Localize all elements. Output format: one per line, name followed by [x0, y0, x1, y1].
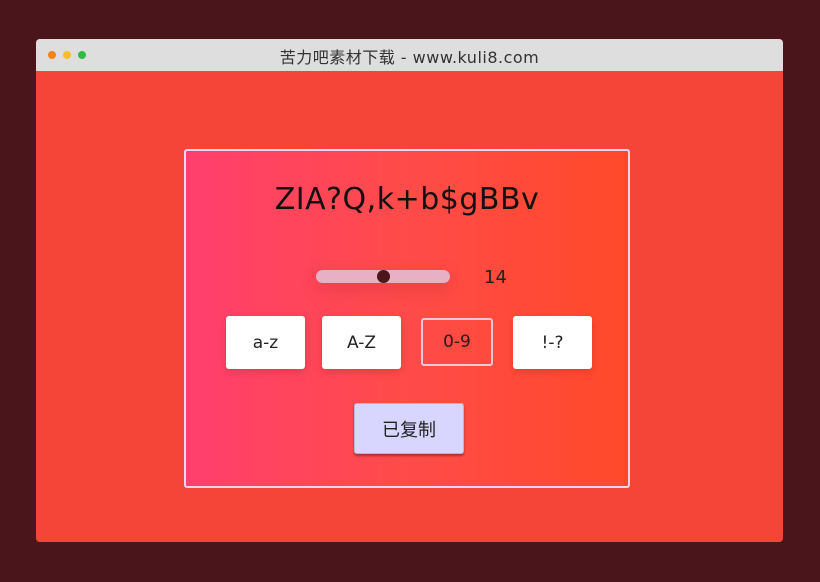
copy-button[interactable]: 已复制	[354, 403, 464, 454]
browser-window: 苦力吧素材下载 - www.kuli8.com ZIA?Q,k+b$gBBv 1…	[36, 39, 783, 542]
page-content: ZIA?Q,k+b$gBBv 14 a-z A-Z 0-9 !-? 已复制	[36, 71, 783, 542]
option-digits[interactable]: 0-9	[421, 318, 493, 366]
window-titlebar: 苦力吧素材下载 - www.kuli8.com	[36, 39, 783, 71]
option-symbols-label: !-?	[541, 332, 564, 353]
window-title: 苦力吧素材下载 - www.kuli8.com	[279, 48, 540, 67]
generated-password: ZIA?Q,k+b$gBBv	[274, 182, 540, 217]
length-slider[interactable]	[316, 270, 450, 283]
copy-button-label: 已复制	[382, 419, 436, 441]
option-lowercase-label: a-z	[252, 332, 279, 353]
length-slider-knob[interactable]	[376, 270, 390, 283]
length-value: 14	[484, 267, 507, 288]
option-symbols[interactable]: !-?	[513, 316, 592, 369]
option-digits-label: 0-9	[443, 332, 471, 352]
option-uppercase-label: A-Z	[346, 332, 377, 353]
password-generator-panel: ZIA?Q,k+b$gBBv 14 a-z A-Z 0-9 !-? 已复制	[184, 149, 630, 488]
option-lowercase[interactable]: a-z	[226, 316, 305, 369]
option-uppercase[interactable]: A-Z	[322, 316, 401, 369]
